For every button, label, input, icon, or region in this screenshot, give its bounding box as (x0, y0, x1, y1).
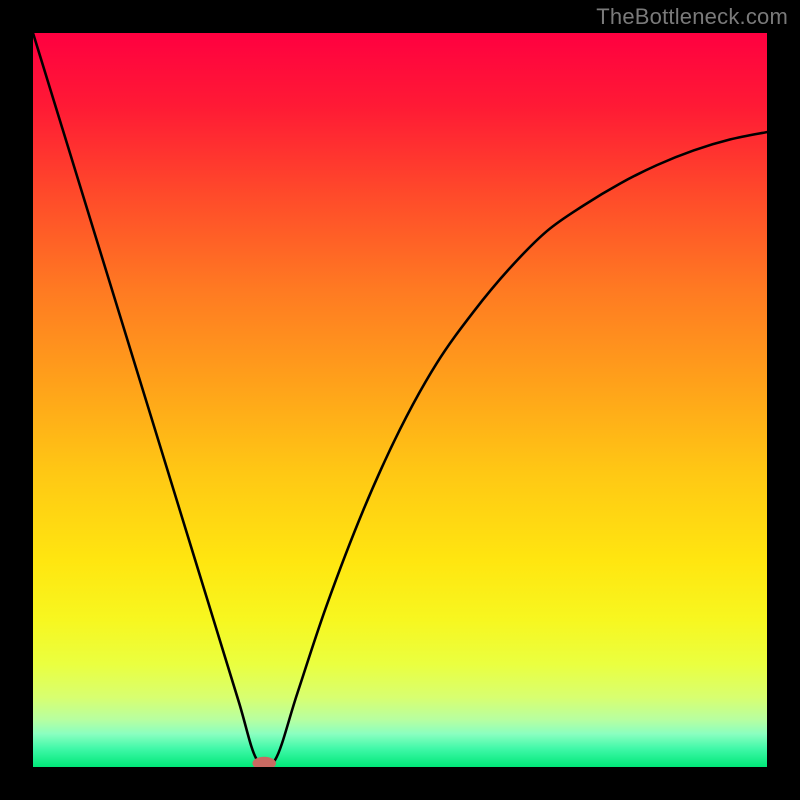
bottleneck-curve (33, 33, 767, 767)
chart-container: TheBottleneck.com (0, 0, 800, 800)
watermark-label: TheBottleneck.com (596, 4, 788, 30)
plot-area (33, 33, 767, 767)
